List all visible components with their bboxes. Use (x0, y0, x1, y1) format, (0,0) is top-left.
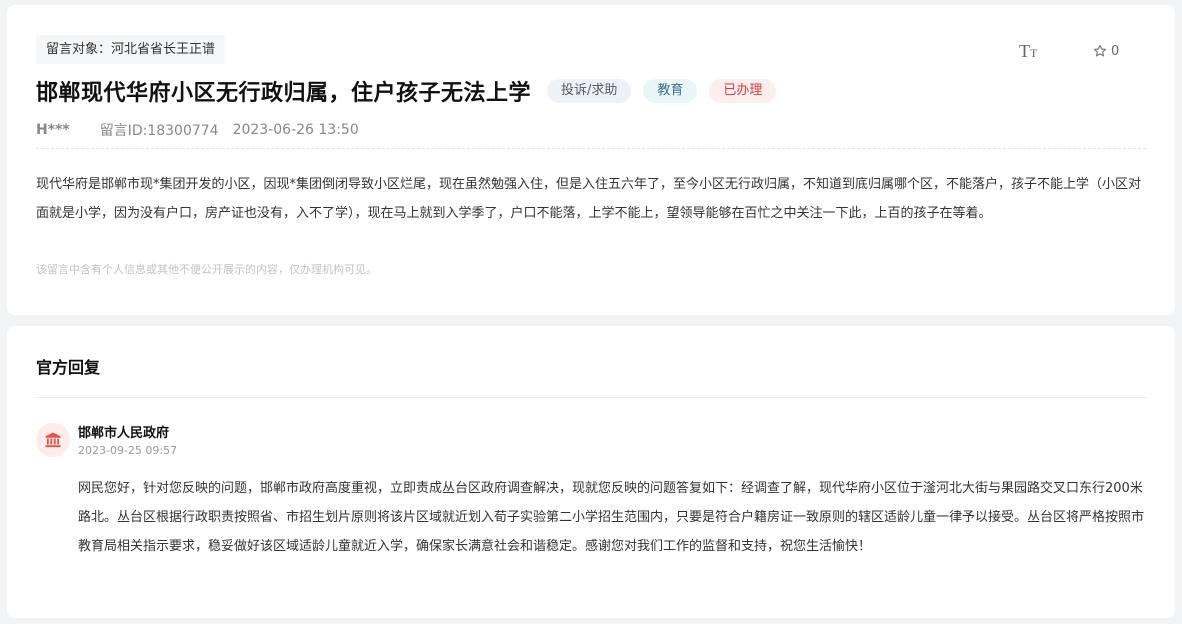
reply-datetime: 2023-09-25 09:57 (78, 444, 178, 457)
message-datetime: 2023-06-26 13:50 (232, 122, 359, 138)
favorite-button[interactable]: 0 (1093, 42, 1119, 60)
font-size-toggle-icon[interactable]: TT (1019, 40, 1039, 60)
message-target-tag: 留言对象：河北省省长王正谱 (36, 35, 226, 64)
favorite-count: 0 (1111, 43, 1120, 59)
message-body: 现代华府是邯郸市现*集团开发的小区，因现*集团倒闭导致小区烂尾，现在虽然勉强入住… (36, 177, 1142, 221)
title-row: 邯郸现代华府小区无行政归属，住户孩子无法上学 投诉/求助 教育 已办理 (36, 75, 777, 107)
reply-org-name: 邯郸市人民政府 (78, 426, 170, 441)
status-badge: 已办理 (709, 79, 777, 103)
star-outline-icon (1093, 44, 1107, 57)
divider (36, 148, 1146, 149)
message-card: 留言对象：河北省省长王正谱 TT 0 邯郸现代华府小区无行政归属，住户孩子无法上… (7, 5, 1175, 315)
message-meta: H*** 留言ID:18300774 2023-06-26 13:50 (36, 120, 359, 140)
message-id: 留言ID:18300774 (99, 123, 219, 139)
message-title: 邯郸现代华府小区无行政归属，住户孩子无法上学 (36, 81, 532, 106)
reply-body: 网民您好，针对您反映的问题，邯郸市政府高度重视，立即责成丛台区政府调查解决，现就… (78, 481, 1145, 554)
avatar (36, 423, 70, 457)
type-tag: 投诉/求助 (547, 79, 632, 103)
message-author: H*** (36, 122, 70, 138)
official-reply-card: 官方回复 邯郸市人民政府 2023-09-25 09:57 网民您好，针对您反映… (7, 326, 1175, 618)
privacy-note: 该留言中含有个人信息或其他不便公开展示的内容，仅办理机构可见。 (36, 263, 377, 276)
category-tag: 教育 (643, 79, 698, 103)
reply-heading: 官方回复 (36, 358, 101, 377)
government-building-icon (45, 432, 61, 448)
divider (36, 397, 1146, 398)
